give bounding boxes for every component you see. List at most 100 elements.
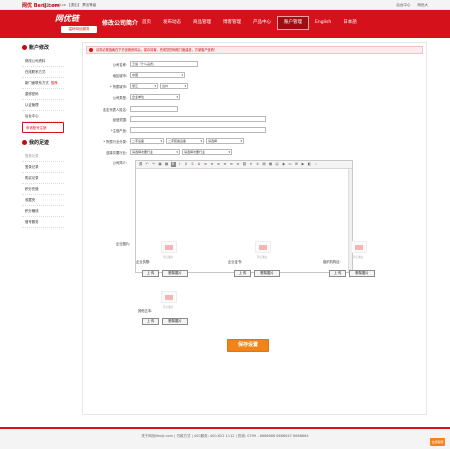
strikethrough-icon[interactable]: S: [190, 162, 195, 167]
unordered-list-icon[interactable]: ≡: [236, 162, 241, 167]
sidebar-section-account: 账户修改: [22, 44, 64, 51]
align-right-icon[interactable]: ≡: [216, 162, 221, 167]
table-icon[interactable]: ▦: [268, 162, 273, 167]
sidebar-item-password[interactable]: 重修密码: [22, 89, 64, 100]
nav-blog[interactable]: 博客管理: [217, 16, 247, 30]
main-nav: 首页 发布动态 商品管理 博客管理 产品中心 账户管理 English 日本語: [136, 16, 363, 32]
sub-industry-select-2[interactable]: 请选择次要行业: [182, 149, 232, 155]
province-select[interactable]: 浙江: [130, 83, 158, 89]
label-city-text: 所属城市:: [112, 84, 127, 89]
sidebar-item-label: 新门面联系方式: [25, 81, 49, 85]
link-icon[interactable]: ⛓: [242, 162, 247, 167]
horizontal-rule-icon[interactable]: ▭: [288, 162, 293, 167]
editor-scrollbar[interactable]: [348, 169, 352, 272]
delete-image-button-2[interactable]: 删除图片: [254, 270, 280, 277]
upload-button-1[interactable]: 上 传: [142, 270, 159, 277]
no-image-caption: 暂无图片: [353, 256, 364, 259]
business-scope-input[interactable]: [130, 116, 266, 122]
main-products-input[interactable]: [130, 127, 266, 133]
delete-image-button-3[interactable]: 删除图片: [349, 270, 375, 277]
insert-table-icon[interactable]: ⊞: [294, 162, 299, 167]
brand-logo[interactable]: 网优链 温岭网优服务: [55, 12, 103, 36]
unlink-icon[interactable]: ✕: [249, 162, 254, 167]
delete-image-button-1[interactable]: 删除图片: [162, 270, 188, 277]
top-link-backend[interactable]: 后台中心: [396, 3, 410, 7]
sidebar-item-account-service[interactable]: 借号服务: [22, 217, 64, 228]
label-certificate: 企业证书:: [228, 260, 243, 264]
italic-icon[interactable]: I: [177, 162, 182, 167]
legal-person-input[interactable]: [130, 106, 178, 112]
sidebar-item-storefront-contact[interactable]: 新门面联系方式 推荐: [22, 78, 64, 89]
nav-product-center[interactable]: 产品中心: [247, 16, 277, 30]
media-icon[interactable]: ▶: [301, 162, 306, 167]
upload-button-3[interactable]: 上 传: [329, 270, 346, 277]
company-name-input[interactable]: 王福「什么品质」: [130, 61, 198, 67]
sidebar-section-title-2: 我的足迹: [29, 140, 50, 146]
city-select[interactable]: 台州: [160, 83, 188, 89]
sidebar-item-cancel-account[interactable]: 申请账号注销: [22, 122, 64, 133]
underline-icon[interactable]: U: [184, 162, 189, 167]
sidebar-item-favorites[interactable]: 收藏夹: [22, 195, 64, 206]
region-select[interactable]: 中国: [130, 72, 185, 78]
sidebar-item-login-record[interactable]: 登录记录: [22, 151, 64, 162]
bold-icon[interactable]: B: [170, 162, 176, 167]
ordered-list-icon[interactable]: ≡: [229, 162, 234, 167]
industry-select-2[interactable]: 二手装备设备: [166, 138, 204, 144]
align-center-icon[interactable]: ≡: [210, 162, 215, 167]
sidebar-item-recharge[interactable]: 积分充值: [22, 184, 64, 195]
paste-icon[interactable]: ▣: [158, 162, 163, 167]
welcome-text: 您好, enujl.cn 【退出】 票出等级: [43, 3, 97, 7]
footer-text: 关于网优Benjt.com | 付款方式 | 400服务: 400-622 11…: [141, 434, 309, 438]
upload-button-2[interactable]: 上 传: [234, 270, 251, 277]
nav-home[interactable]: 首页: [136, 16, 157, 30]
editor-toolbar: 源 ↶ ↷ ▣ ▦ B I U S A ≡ ≡ ≡ ≡ ≡ ≡ ⛓ ✕ ⚓ ▤ …: [136, 161, 352, 169]
nav-publish[interactable]: 发布动态: [157, 16, 187, 30]
sidebar-item-earn[interactable]: 积分赚钱: [22, 206, 64, 217]
top-links: 后台中心 网优大: [390, 3, 428, 8]
preview-icon[interactable]: ⌕: [314, 162, 319, 167]
delete-image-button-4[interactable]: 删除图片: [162, 318, 188, 325]
sidebar-item-login-log[interactable]: 登录记录: [22, 162, 64, 173]
justify-icon[interactable]: ≡: [223, 162, 228, 167]
upload-button-4[interactable]: 上 传: [142, 318, 159, 325]
sidebar-item-online-contact[interactable]: 在线联系方式: [22, 67, 64, 78]
sidebar-item-certification[interactable]: 认证管理: [22, 100, 64, 111]
industry-select-3[interactable]: 请选择: [206, 138, 244, 144]
industry-select-1[interactable]: 二手设备: [130, 138, 164, 144]
anchor-icon[interactable]: ⚓: [255, 162, 260, 167]
brand-sub-text: 温岭网优服务: [61, 26, 97, 33]
footer: 关于网优Benjt.com | 付款方式 | 400服务: 400-622 11…: [0, 429, 450, 449]
align-left-icon[interactable]: ≡: [203, 162, 208, 167]
sidebar-item-edit-company[interactable]: 修改公司资料: [22, 56, 64, 67]
label-sub-industry: 选择次要行业:: [106, 150, 127, 155]
undo-icon[interactable]: ↶: [145, 162, 150, 167]
nav-english[interactable]: English: [309, 16, 337, 30]
no-image-caption: 暂无图片: [163, 256, 174, 259]
notice-banner: 请务必按指南在下方设置资料后，保存设置，完成您的网络门面建设，方便客户查看！: [86, 46, 423, 54]
image-icon[interactable]: ▤: [262, 162, 267, 167]
other-thumb: [161, 291, 177, 303]
row-business-scope: 经营范围:: [83, 116, 266, 122]
special-char-icon[interactable]: ◉: [281, 162, 286, 167]
online-service-button[interactable]: 在线客服: [430, 438, 445, 446]
paste-text-icon[interactable]: ▦: [164, 162, 169, 167]
save-settings-button[interactable]: 保存设置: [227, 339, 269, 352]
sub-industry-select-1[interactable]: 请选择次要行业: [130, 149, 180, 155]
label-company-type: 公司类型:: [112, 95, 127, 100]
row-company-name: 公司名称: 王福「什么品质」: [83, 61, 198, 67]
top-link-site[interactable]: 网优大: [418, 3, 429, 7]
nav-products[interactable]: 商品管理: [187, 16, 217, 30]
nav-japanese[interactable]: 日本語: [337, 16, 363, 30]
smiley-icon[interactable]: ☺: [275, 162, 280, 167]
nav-account[interactable]: 账户管理: [277, 16, 309, 30]
source-icon[interactable]: 源: [138, 162, 143, 167]
label-other: 其他正本:: [138, 309, 153, 313]
sidebar-item-backend[interactable]: 后台中心: [22, 111, 64, 122]
company-type-select[interactable]: 企业单位: [130, 94, 180, 100]
label-region: 地区城市:: [112, 73, 127, 78]
fullscreen-icon[interactable]: ◧: [307, 162, 312, 167]
redo-icon[interactable]: ↷: [151, 162, 156, 167]
font-color-icon[interactable]: A: [197, 162, 202, 167]
sidebar-item-purchase[interactable]: 购买记录: [22, 173, 64, 184]
no-image-caption: 暂无图片: [163, 306, 174, 309]
